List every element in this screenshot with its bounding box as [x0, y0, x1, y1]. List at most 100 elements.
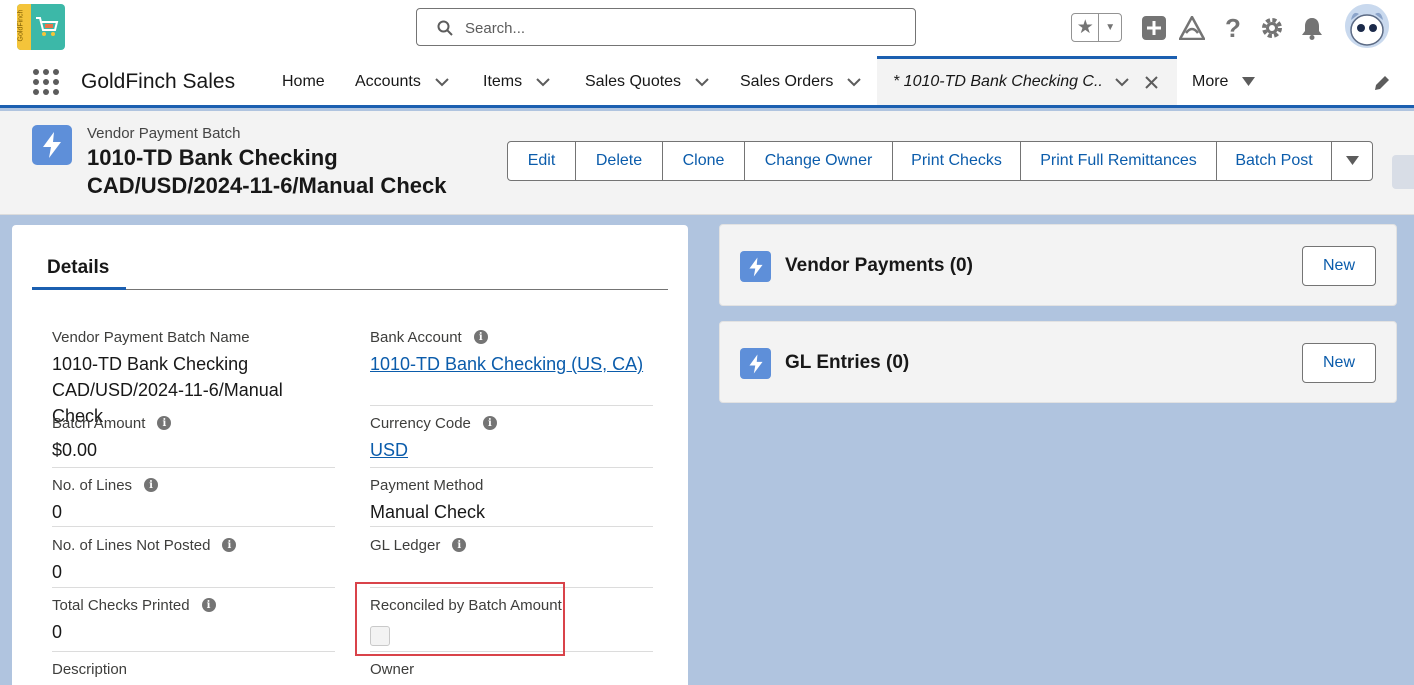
- record-actions: Edit Delete Clone Change Owner Print Che…: [507, 141, 1373, 181]
- field-gl-ledger: GL Ledger i: [370, 534, 653, 588]
- info-icon[interactable]: i: [222, 538, 237, 552]
- nav-item-label: Items: [483, 72, 523, 90]
- field-value: 0: [52, 502, 63, 522]
- lightning-bolt-icon: [32, 125, 72, 165]
- field-label-row: GL Ledger i: [370, 534, 653, 556]
- favorites-chevron-down-icon[interactable]: ▼: [1099, 14, 1121, 41]
- field-payment-method: Payment Method Manual Check: [370, 474, 653, 527]
- bank-account-link[interactable]: 1010-TD Bank Checking (US, CA): [370, 351, 653, 377]
- nav-more-label: More: [1192, 72, 1229, 90]
- chevron-down-icon[interactable]: [1115, 75, 1129, 89]
- global-actions-icon[interactable]: [1140, 14, 1168, 42]
- favorites-button-group: ★ ▼: [1071, 13, 1122, 42]
- details-tab-bar: Details: [32, 245, 668, 290]
- delete-button[interactable]: Delete: [576, 142, 663, 180]
- batch-post-button[interactable]: Batch Post: [1217, 142, 1332, 180]
- bell-icon[interactable]: [1298, 14, 1326, 42]
- global-header: GoldFinch ★ ▼ ?: [0, 0, 1414, 58]
- print-full-remittances-button[interactable]: Print Full Remittances: [1021, 142, 1217, 180]
- side-panel-toggle[interactable]: [1392, 155, 1414, 189]
- search-input[interactable]: [465, 17, 895, 39]
- nav-item-label: Accounts: [355, 72, 421, 90]
- tab-active-record[interactable]: * 1010-TD Bank Checking C...: [877, 56, 1177, 105]
- info-icon[interactable]: i: [144, 478, 159, 492]
- field-no-of-lines: No. of Lines i 0: [52, 474, 335, 527]
- caret-down-icon: [1345, 156, 1359, 165]
- nav-item-items[interactable]: Items: [483, 58, 550, 105]
- page-title: 1010-TD Bank Checking CAD/USD/2024-11-6/…: [87, 144, 487, 200]
- gear-icon[interactable]: [1258, 14, 1286, 42]
- app-logo[interactable]: GoldFinch: [17, 4, 65, 50]
- related-list-vendor-payments: Vendor Payments (0) New: [719, 224, 1397, 306]
- print-checks-button[interactable]: Print Checks: [893, 142, 1021, 180]
- info-icon[interactable]: i: [452, 538, 467, 552]
- field-value-line1: 1010-TD Bank Checking: [52, 354, 249, 374]
- info-icon[interactable]: i: [201, 598, 216, 612]
- field-label: Bank Account: [370, 328, 462, 346]
- clone-button[interactable]: Clone: [663, 142, 745, 180]
- field-batch-name: Vendor Payment Batch Name 1010-TD Bank C…: [52, 326, 335, 427]
- lightning-bolt-icon: [740, 348, 771, 379]
- field-description: Description: [52, 658, 335, 685]
- close-icon[interactable]: [1145, 75, 1158, 89]
- nav-item-sales-quotes[interactable]: Sales Quotes: [585, 58, 709, 105]
- caret-down-icon: [1242, 76, 1256, 86]
- nav-item-home[interactable]: Home: [282, 58, 325, 105]
- edit-button[interactable]: Edit: [508, 142, 576, 180]
- search-icon: [437, 20, 453, 36]
- nav-item-label: Home: [282, 72, 325, 90]
- edit-nav-pencil-icon[interactable]: [1373, 74, 1391, 92]
- info-icon[interactable]: i: [157, 416, 172, 430]
- nav-more[interactable]: More: [1192, 58, 1256, 105]
- cart-icon: [36, 17, 59, 36]
- app-launcher-icon[interactable]: [33, 69, 59, 95]
- field-label: Total Checks Printed: [52, 596, 190, 614]
- related-list-title[interactable]: GL Entries (0): [785, 352, 909, 374]
- field-lines-not-posted: No. of Lines Not Posted i 0: [52, 534, 335, 588]
- chevron-down-icon[interactable]: [536, 75, 550, 89]
- app-name: GoldFinch Sales: [81, 70, 236, 93]
- field-checks-printed: Total Checks Printed i 0: [52, 594, 335, 652]
- logo-stripe: GoldFinch: [17, 4, 31, 50]
- field-bank-account: Bank Account i 1010-TD Bank Checking (US,…: [370, 326, 653, 406]
- field-value: Manual Check: [370, 502, 486, 522]
- info-icon[interactable]: i: [473, 330, 488, 344]
- nav-item-accounts[interactable]: Accounts: [355, 58, 449, 105]
- field-label: No. of Lines: [52, 476, 133, 494]
- field-currency-code: Currency Code i USD: [370, 412, 653, 468]
- lightning-bolt-icon: [740, 251, 771, 282]
- field-label: Currency Code: [370, 414, 471, 432]
- change-owner-button[interactable]: Change Owner: [745, 142, 893, 180]
- field-label-row: Currency Code i: [370, 412, 653, 434]
- field-label: GL Ledger: [370, 536, 441, 554]
- page-title-line1: 1010-TD Bank Checking: [87, 145, 338, 170]
- more-actions-button[interactable]: [1332, 142, 1372, 180]
- field-owner: Owner: [370, 658, 653, 685]
- star-icon[interactable]: ★: [1072, 14, 1100, 41]
- page-title-line2: CAD/USD/2024-11-6/Manual Check: [87, 173, 447, 198]
- chevron-down-icon[interactable]: [695, 75, 709, 89]
- info-icon[interactable]: i: [482, 416, 497, 430]
- tab-details[interactable]: Details: [32, 245, 126, 290]
- user-avatar[interactable]: [1345, 4, 1389, 48]
- record-header: Vendor Payment Batch 1010-TD Bank Checki…: [0, 111, 1414, 215]
- currency-code-link[interactable]: USD: [370, 437, 653, 463]
- field-batch-amount: Batch Amount i $0.00: [52, 412, 335, 468]
- nav-item-label: Sales Orders: [740, 72, 834, 90]
- chevron-down-icon[interactable]: [847, 75, 862, 89]
- nav-item-sales-orders[interactable]: Sales Orders: [740, 58, 862, 105]
- field-label-row: Total Checks Printed i: [52, 594, 335, 616]
- field-label: Vendor Payment Batch Name: [52, 328, 250, 346]
- trailhead-icon[interactable]: [1178, 14, 1206, 42]
- logo-text: GoldFinch: [17, 9, 25, 42]
- global-search[interactable]: [416, 8, 916, 46]
- new-gl-entry-button[interactable]: New: [1302, 343, 1376, 383]
- field-label: Batch Amount: [52, 414, 146, 432]
- new-vendor-payment-button[interactable]: New: [1302, 246, 1376, 286]
- help-icon[interactable]: ?: [1219, 13, 1247, 43]
- chevron-down-icon[interactable]: [435, 75, 449, 89]
- field-value: 0: [52, 562, 63, 582]
- field-label: Owner: [370, 660, 415, 678]
- related-list-title[interactable]: Vendor Payments (0): [785, 255, 973, 277]
- nav-item-label: Sales Quotes: [585, 72, 682, 90]
